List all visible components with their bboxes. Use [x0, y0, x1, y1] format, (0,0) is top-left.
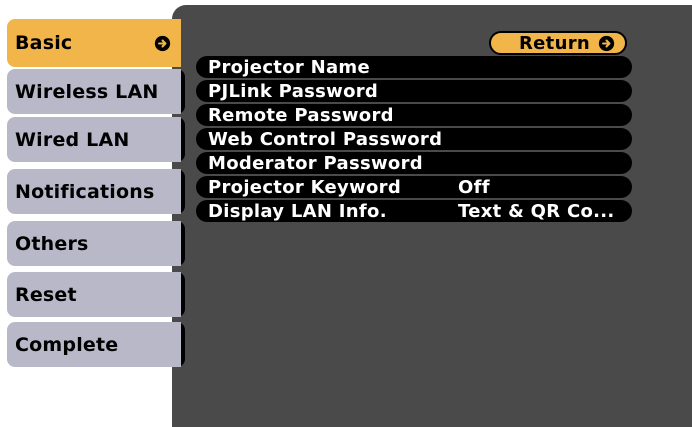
menu-item-label: Moderator Password [208, 152, 423, 174]
menu-item-remote-password[interactable]: Remote Password [196, 104, 632, 126]
return-label: Return [519, 32, 590, 54]
enter-arrow-icon [598, 35, 615, 51]
menu-item-label: Web Control Password [208, 128, 443, 150]
sidebar-item-wireless-lan[interactable]: Wireless LAN [7, 69, 181, 114]
sidebar-item-basic[interactable]: Basic [7, 19, 181, 67]
sidebar-item-label: Complete [15, 333, 119, 356]
menu-item-display-lan-info[interactable]: Display LAN Info. Text & QR Co... [196, 200, 632, 222]
sidebar-item-label: Others [15, 232, 89, 255]
menu-item-label: Display LAN Info. [208, 200, 387, 222]
sidebar-item-label: Basic [15, 32, 73, 54]
sidebar-item-wired-lan[interactable]: Wired LAN [7, 117, 181, 162]
sidebar-item-label: Reset [15, 283, 77, 306]
menu-item-web-control-password[interactable]: Web Control Password [196, 128, 632, 150]
enter-arrow-icon [154, 35, 171, 52]
sidebar-item-label: Wired LAN [15, 128, 130, 151]
sidebar-item-others[interactable]: Others [7, 221, 181, 266]
sidebar-item-notifications[interactable]: Notifications [7, 169, 181, 214]
menu-item-label: Remote Password [208, 104, 394, 126]
sidebar-item-label: Wireless LAN [15, 80, 159, 103]
sidebar-item-label: Notifications [15, 180, 155, 203]
sidebar-item-complete[interactable]: Complete [7, 322, 181, 367]
network-settings-screen: Basic Wireless LAN Wired LAN Notificatio… [0, 0, 692, 427]
return-button[interactable]: Return [489, 31, 627, 55]
menu-item-label: PJLink Password [208, 80, 379, 102]
menu-item-label: Projector Keyword [208, 176, 402, 198]
menu-item-projector-name[interactable]: Projector Name [196, 56, 632, 78]
menu-item-pjlink-password[interactable]: PJLink Password [196, 80, 632, 102]
menu-item-moderator-password[interactable]: Moderator Password [196, 152, 632, 174]
sidebar-item-reset[interactable]: Reset [7, 272, 181, 317]
menu-item-projector-keyword[interactable]: Projector Keyword Off [196, 176, 632, 198]
menu-item-label: Projector Name [208, 56, 370, 78]
menu-item-value: Text & QR Co... [458, 200, 615, 222]
menu-item-value: Off [458, 176, 490, 198]
